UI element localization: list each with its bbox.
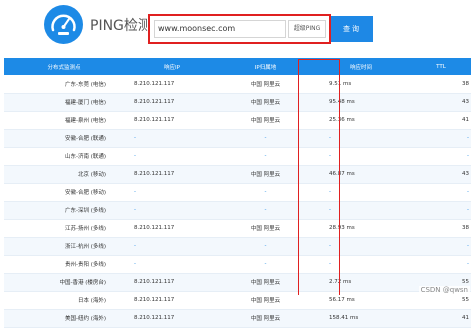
- table-cell: 安徽-合肥 (移动): [64, 190, 106, 196]
- ip-location-highlight-frame: [298, 59, 340, 295]
- page-title: PING检测: [90, 18, 152, 34]
- search-highlight-frame: www.moonsec.com 超级PING: [148, 14, 331, 44]
- table-cell: -: [134, 135, 136, 141]
- table-cell: 安徽-合肥 (联通): [64, 136, 106, 142]
- table-cell: 158.41 ms: [329, 315, 359, 321]
- table-cell: -: [467, 243, 469, 249]
- table-cell: -: [467, 261, 469, 267]
- table-row: 福建-厦门 (电信) 8.210.121.117 中国 阿里云 95.48 ms 43: [4, 93, 471, 111]
- table-row: 浙江-杭州 (多线) - - - -: [4, 237, 471, 255]
- table-header-row: 分布式监测点 响应IP IP归属地 响应时间 TTL: [4, 58, 471, 75]
- table-row: 广东-东莞 (电信) 8.210.121.117 中国 阿里云 9.51 ms 38: [4, 75, 471, 93]
- table-body: 广东-东莞 (电信) 8.210.121.117 中国 阿里云 9.51 ms 38 福建…: [4, 75, 471, 327]
- table-cell: -: [134, 261, 136, 267]
- header: PING检测 www.moonsec.com 超级PING 查询: [0, 0, 474, 58]
- table-cell: 美国-纽约 (海外): [64, 316, 106, 322]
- table-row: 日本 (海外) 8.210.121.117 中国 阿里云 56.17 ms 55: [4, 291, 471, 309]
- table-cell: -: [467, 189, 469, 195]
- table-row: 江苏-扬州 (多线) 8.210.121.117 中国 阿里云 28.93 ms 38: [4, 219, 471, 237]
- table-cell: 8.210.121.117: [134, 117, 175, 123]
- table-cell: 福建-厦门 (电信): [64, 100, 106, 106]
- table-cell: 贵州-贵阳 (多线): [64, 262, 106, 268]
- table-cell: 8.210.121.117: [134, 80, 175, 87]
- table-cell: 38: [462, 225, 469, 231]
- column-header: 分布式监测点: [47, 64, 81, 71]
- table-cell: 8.210.121.117: [134, 297, 175, 303]
- table-row: 山东-济南 (联通) - - - -: [4, 147, 471, 165]
- table-cell: 41: [462, 117, 469, 123]
- table-cell: 8.210.121.117: [134, 315, 175, 321]
- table-cell: 8.210.121.117: [134, 171, 175, 177]
- table-cell: -: [134, 243, 136, 249]
- query-button[interactable]: 查询: [331, 16, 373, 42]
- table-cell: -: [467, 207, 469, 213]
- table-cell: 43: [462, 171, 469, 177]
- table-cell: -: [134, 207, 136, 213]
- table-cell: 广东-东莞 (电信): [64, 81, 106, 88]
- table-cell: -: [134, 189, 136, 195]
- table-row: 广东-深圳 (多线) - - - -: [4, 201, 471, 219]
- table-cell: 中国 阿里云: [250, 316, 281, 322]
- table-row: 北京 (移动) 8.210.121.117 中国 阿里云 46.87 ms 43: [4, 165, 471, 183]
- table-cell: -: [134, 153, 136, 159]
- speedometer-icon: [44, 5, 83, 44]
- table-cell: 日本 (海外): [77, 298, 106, 304]
- table-row: 福建-泉州 (电信) 8.210.121.117 中国 阿里云 25.36 ms 41: [4, 111, 471, 129]
- table-cell: 43: [462, 99, 469, 105]
- table-cell: 中国-香港 (楼房台): [59, 280, 106, 286]
- table-row: 贵州-贵阳 (多线) - - - -: [4, 255, 471, 273]
- table-cell: 8.210.121.117: [134, 225, 175, 231]
- search-input[interactable]: www.moonsec.com: [154, 20, 286, 38]
- table-row: 美国-纽约 (海外) 8.210.121.117 中国 阿里云 158.41 ms 41: [4, 309, 471, 327]
- table-cell: 38: [462, 80, 469, 87]
- table-row: 中国-香港 (楼房台) 8.210.121.117 中国 阿里云 2.72 ms 55: [4, 273, 471, 291]
- table-cell: -: [467, 153, 469, 159]
- table-cell: 广东-深圳 (多线): [64, 208, 106, 214]
- table-cell: 8.210.121.117: [134, 279, 175, 285]
- column-header: 响应IP: [164, 64, 180, 71]
- table-cell: 北京 (移动): [77, 172, 106, 178]
- table-cell: -: [467, 135, 469, 141]
- table-cell: 江苏-扬州 (多线): [64, 226, 106, 232]
- column-header: TTL: [436, 63, 446, 70]
- table-cell: 8.210.121.117: [134, 99, 175, 105]
- table-cell: 41: [462, 315, 469, 321]
- table-row: 安徽-合肥 (联通) - - - -: [4, 129, 471, 147]
- table-cell: 福建-泉州 (电信): [64, 118, 106, 124]
- table-cell: 浙江-杭州 (多线): [64, 244, 106, 250]
- table-cell: 山东-济南 (联通): [64, 154, 106, 160]
- ping-type-select[interactable]: 超级PING: [288, 20, 326, 38]
- ping-results-table: 分布式监测点 响应IP IP归属地 响应时间 TTL 广东-东莞 (电信) 8.210.1…: [4, 58, 471, 328]
- table-row: 安徽-合肥 (移动) - - - -: [4, 183, 471, 201]
- watermark: CSDN @qwsn: [418, 286, 470, 294]
